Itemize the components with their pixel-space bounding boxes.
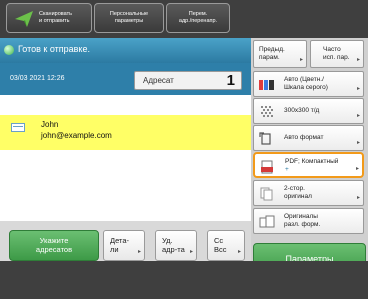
contact-email: john@example.com [41,131,112,140]
scan-and-send-tab[interactable]: Сканировать и отправить [6,3,92,33]
chevron-right-icon: ▸ [299,57,303,63]
settings-panel: Предыд. парам. ▸ Часто исп. пар. ▸ Авто … [251,38,368,275]
top-bar: Сканировать и отправить Персональные пар… [0,0,368,38]
color-mode-label-2: Шкала серого) [284,84,328,91]
color-mode-button[interactable]: Авто (Цветн./ Шкала серого) ▸ [253,71,364,97]
pdf-file-icon [261,160,273,174]
status-text: Готов к отправке. [18,44,90,54]
send-arrow-icon [15,11,33,27]
mixed-sizes-label-2: разл. форм. [284,221,321,228]
address-redirect-label-1: Перем. [188,11,208,17]
date-time: 03/03 2021 12:26 [10,75,65,82]
date-bar: 03/03 2021 12:26 Адресат 1 [0,63,251,95]
bottom-status-bar [0,261,368,299]
previous-settings-label-2: парам. [259,54,280,61]
file-format-label-1: PDF; Компактный [285,158,339,165]
destination-list-empty-area [0,150,251,221]
specify-destinations-button[interactable]: Укажите адресатов [9,230,99,261]
ready-status-icon [4,45,14,55]
destination-panel: Готов к отправке. 03/03 2021 12:26 Адрес… [0,38,251,261]
duplex-original-button[interactable]: 2-стор. оригинал ▸ [253,180,364,206]
address-redirect-label-2: адр./перенапр. [178,18,218,24]
duplex-icon [260,187,273,201]
delete-destination-button[interactable]: Уд. адр-та ▸ [155,230,197,261]
file-format-label-2: + [285,166,289,173]
specify-destinations-label-2: адресатов [35,245,73,254]
personal-options-label-2: параметры [114,18,144,24]
chevron-right-icon: ▸ [356,113,360,119]
chevron-right-icon: ▸ [137,249,141,255]
personal-options-label-1: Персональные [109,11,149,17]
original-size-label: Авто формат [284,134,324,141]
file-format-button[interactable]: PDF; Компактный + ▸ [253,152,364,178]
destination-count-box: Адресат 1 [134,71,242,90]
contact-name: John [41,120,59,129]
status-bar: Готов к отправке. [0,38,251,63]
mixed-sizes-icon [259,215,275,228]
chevron-right-icon: ▸ [237,249,241,255]
details-button[interactable]: Дета- ли ▸ [103,230,145,261]
cc-bcc-button[interactable]: Cc Bcc ▸ [207,230,245,261]
mixed-sizes-label-1: Оригиналы [284,213,318,220]
cc-bcc-label-1: Cc [214,236,224,245]
destination-list-item[interactable]: John john@example.com [0,115,251,150]
address-redirect-tab[interactable]: Перем. адр./перенапр. [166,3,230,33]
resolution-icon [261,106,273,117]
frequently-used-label-1: Часто [323,46,341,53]
list-spacer [0,95,251,115]
specify-destinations-label-1: Укажите [39,236,69,245]
previous-settings-button[interactable]: Предыд. парам. ▸ [253,40,307,68]
chevron-right-icon: ▸ [356,140,360,146]
scan-and-send-label-1: Сканировать [39,11,72,17]
chevron-right-icon: ▸ [356,195,360,201]
resolution-button[interactable]: 300x300 т/д ▸ [253,98,364,124]
resolution-label: 300x300 т/д [284,107,320,114]
details-label-1: Дета- [110,236,130,245]
chevron-right-icon: ▸ [356,57,360,63]
chevron-right-icon: ▸ [356,86,360,92]
color-mode-icon [259,80,274,90]
duplex-label-1: 2-стор. [284,185,305,192]
chevron-right-icon: ▸ [355,166,359,172]
original-size-button[interactable]: Авто формат ▸ [253,125,364,151]
original-size-icon [259,132,271,145]
delete-destination-label-1: Уд. [162,236,173,245]
chevron-right-icon: ▸ [189,249,193,255]
frequently-used-settings-button[interactable]: Часто исп. пар. ▸ [310,40,364,68]
destination-label: Адресат [143,76,174,85]
duplex-label-2: оригинал [284,193,312,200]
destination-count: 1 [226,72,235,89]
scan-and-send-label-2: и отправить [39,18,70,24]
color-mode-label-1: Авто (Цветн./ [284,76,324,83]
previous-settings-label-1: Предыд. [259,46,285,53]
destination-actions: Укажите адресатов Дета- ли ▸ Уд. адр-та … [0,221,251,261]
email-icon [11,123,25,132]
mixed-size-originals-button[interactable]: Оригиналы разл. форм. [253,208,364,234]
personal-options-tab[interactable]: Персональные параметры [94,3,164,33]
